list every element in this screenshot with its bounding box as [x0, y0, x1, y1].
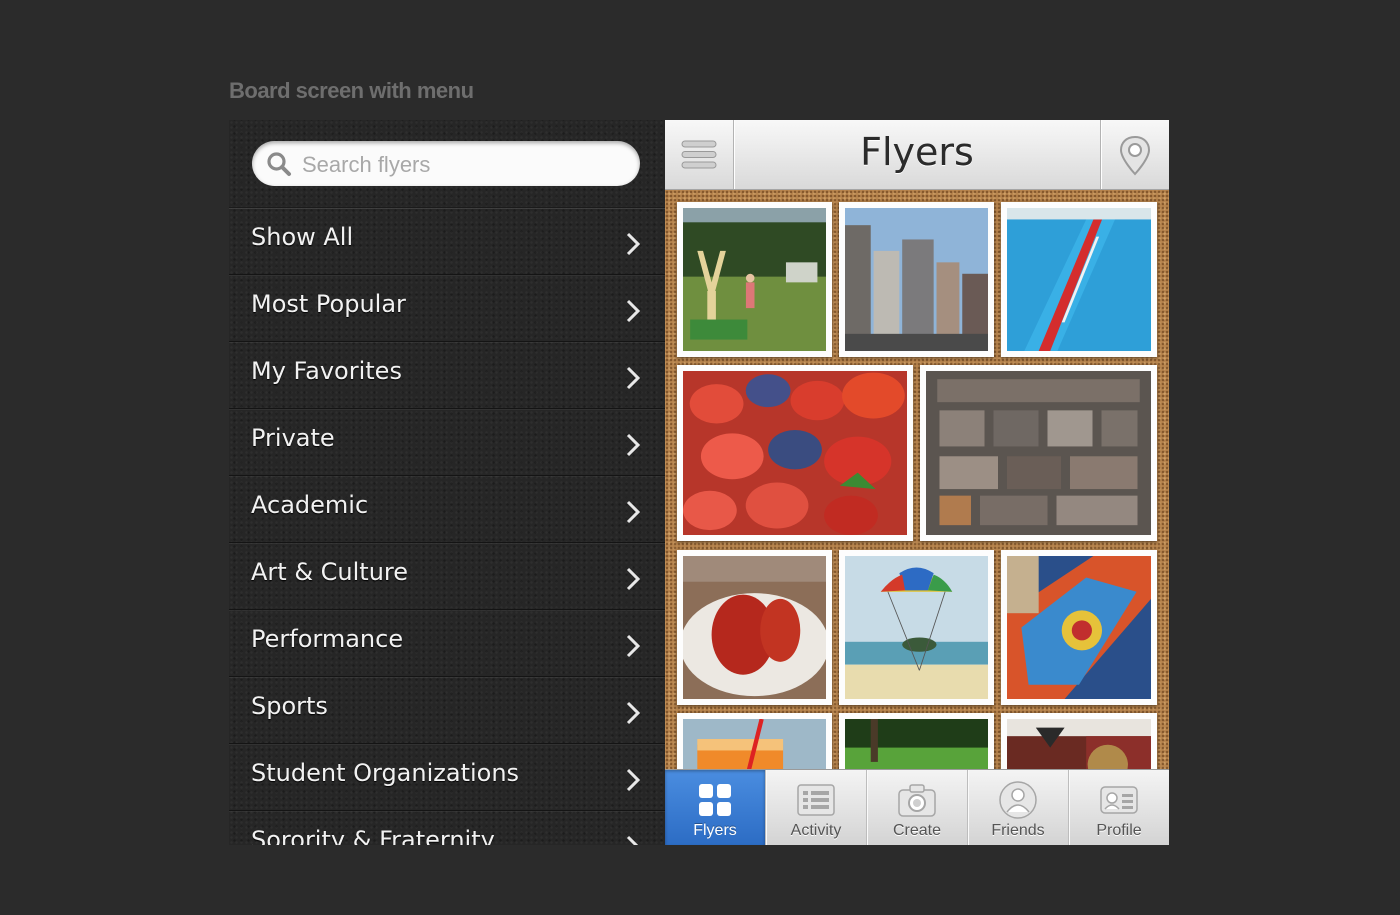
- chevron-right-icon: [626, 634, 641, 658]
- chevron-right-icon: [626, 567, 641, 591]
- menu-item-label: Art & Culture: [251, 558, 409, 586]
- menu-item-label: Sports: [251, 692, 328, 720]
- tab-label: Flyers: [693, 822, 737, 839]
- menu-item-sorority-fraternity[interactable]: Sorority & Fraternity: [229, 811, 665, 845]
- chevron-right-icon: [626, 768, 641, 792]
- menu-item-label: Performance: [251, 625, 404, 653]
- menu-item-label: Student Organizations: [251, 759, 520, 787]
- menu-item-label: Private: [251, 424, 335, 452]
- flyers-board: Flyers Flyers Activity Create Friends Pr…: [665, 120, 1169, 845]
- hamburger-menu-icon: [681, 140, 717, 169]
- flyer-thumbnail[interactable]: [1001, 202, 1157, 357]
- list-icon: [797, 784, 835, 816]
- search-box[interactable]: [252, 141, 640, 188]
- chevron-right-icon: [626, 366, 641, 390]
- tab-label: Activity: [790, 822, 842, 839]
- menu-item-art-culture[interactable]: Art & Culture: [229, 543, 665, 610]
- tab-bar: Flyers Activity Create Friends Profile: [665, 769, 1169, 845]
- menu-item-my-favorites[interactable]: My Favorites: [229, 342, 665, 409]
- menu-item-academic[interactable]: Academic: [229, 476, 665, 543]
- flyer-thumbnail[interactable]: [839, 202, 994, 357]
- menu-item-student-organizations[interactable]: Student Organizations: [229, 744, 665, 811]
- menu-item-sports[interactable]: Sports: [229, 677, 665, 744]
- flyer-thumbnail[interactable]: [677, 550, 832, 705]
- menu-button[interactable]: [665, 120, 734, 189]
- side-menu: Show All Most Popular My Favorites Priva…: [229, 120, 665, 845]
- search-bar: [229, 120, 665, 208]
- chevron-right-icon: [626, 835, 639, 845]
- tab-create[interactable]: Create: [867, 770, 968, 845]
- corkboard: [665, 190, 1169, 845]
- nav-bar: Flyers: [665, 120, 1169, 190]
- menu-item-label: My Favorites: [251, 357, 402, 385]
- menu-item-show-all[interactable]: Show All: [229, 208, 665, 275]
- flyer-thumbnail[interactable]: [677, 202, 832, 357]
- tab-label: Profile: [1096, 822, 1142, 839]
- chevron-right-icon: [626, 433, 641, 457]
- flyer-thumbnail[interactable]: [1001, 550, 1157, 705]
- chevron-right-icon: [626, 701, 641, 725]
- camera-icon: [898, 784, 936, 817]
- screen-caption: Board screen with menu: [229, 78, 474, 103]
- search-input[interactable]: [300, 141, 624, 188]
- person-icon: [999, 781, 1037, 819]
- flyer-thumbnail[interactable]: [839, 550, 994, 705]
- flyer-thumbnail[interactable]: [920, 365, 1157, 541]
- tab-flyers[interactable]: Flyers: [665, 770, 766, 845]
- menu-item-label: Sorority & Fraternity: [251, 826, 495, 845]
- page-title: Flyers: [860, 130, 974, 174]
- tab-profile[interactable]: Profile: [1069, 770, 1169, 845]
- tab-label: Create: [892, 822, 942, 839]
- location-button[interactable]: [1100, 120, 1169, 189]
- search-icon: [267, 152, 291, 176]
- menu-item-performance[interactable]: Performance: [229, 610, 665, 677]
- tab-friends[interactable]: Friends: [968, 770, 1069, 845]
- location-pin-icon: [1119, 135, 1151, 176]
- menu-item-private[interactable]: Private: [229, 409, 665, 476]
- chevron-right-icon: [626, 232, 641, 256]
- flyer-thumbnail[interactable]: [677, 365, 913, 541]
- tab-label: Friends: [991, 822, 1045, 839]
- menu-item-label: Most Popular: [251, 290, 406, 318]
- chevron-right-icon: [626, 299, 641, 323]
- chevron-right-icon: [626, 500, 641, 524]
- tab-activity[interactable]: Activity: [766, 770, 867, 845]
- menu-item-label: Show All: [251, 223, 354, 251]
- menu-item-label: Academic: [251, 491, 369, 519]
- menu-item-most-popular[interactable]: Most Popular: [229, 275, 665, 342]
- id-card-icon: [1100, 786, 1138, 814]
- grid-icon: [699, 784, 731, 816]
